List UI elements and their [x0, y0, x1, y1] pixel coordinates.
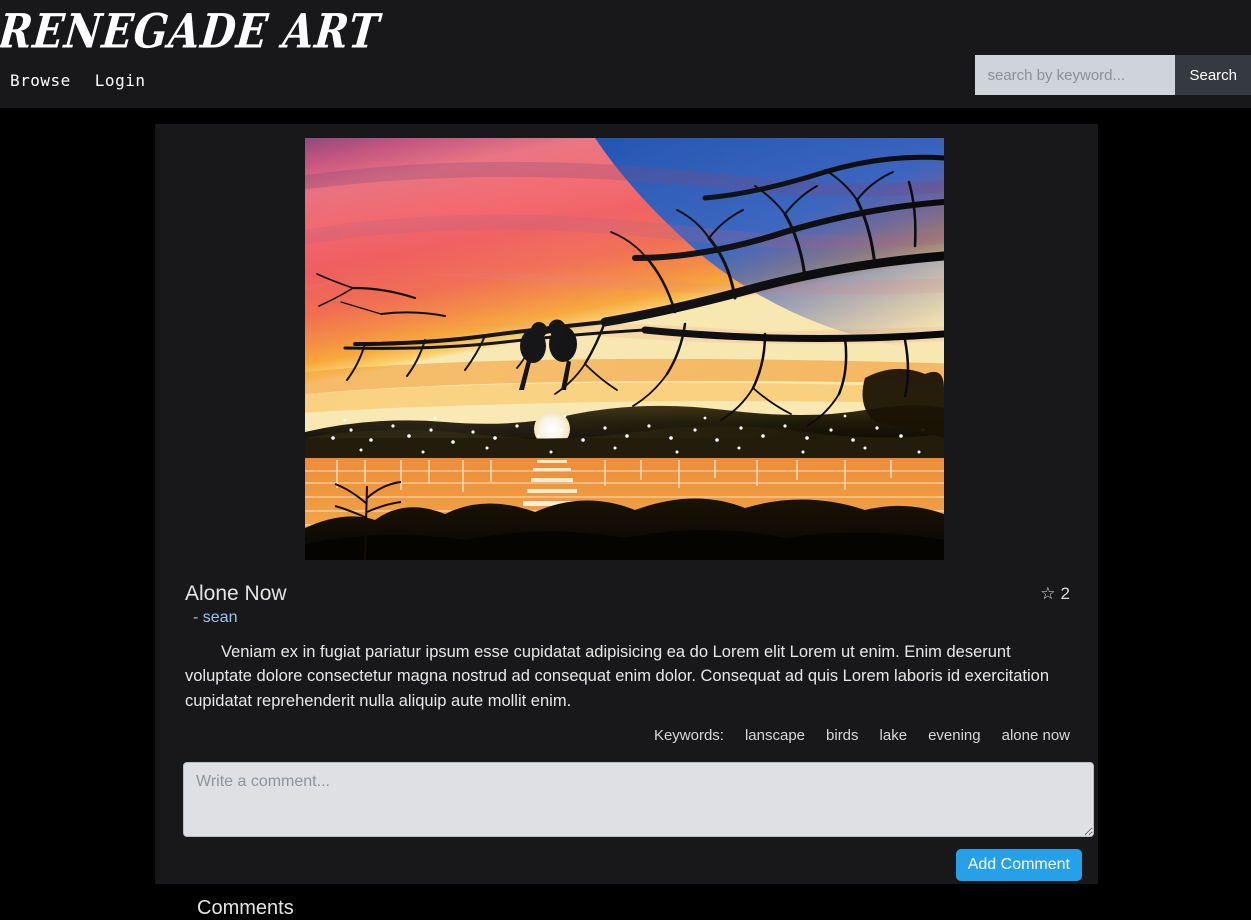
keyword-tag[interactable]: lanscape — [745, 727, 805, 744]
search-bar: Search — [975, 55, 1251, 95]
artist-link[interactable]: sean — [203, 609, 238, 626]
keyword-tag[interactable]: evening — [928, 727, 981, 744]
artwork-description: Veniam ex in fugiat pariatur ipsum esse … — [185, 643, 1050, 710]
main-nav: Browse Login — [10, 71, 145, 90]
keyword-tag[interactable]: lake — [880, 727, 908, 744]
comment-input[interactable] — [183, 762, 1094, 838]
nav-item-browse[interactable]: Browse — [10, 71, 71, 90]
artwork-card: Alone Now ☆ 2 - sean Veniam ex in fugiat… — [155, 124, 1098, 919]
site-header: Renegade Art Browse Login Search — [0, 0, 1251, 108]
keyword-tag[interactable]: birds — [826, 727, 859, 744]
site-logo[interactable]: Renegade Art — [0, 4, 382, 59]
artwork-image[interactable] — [305, 138, 944, 560]
keyword-tag[interactable]: alone now — [1002, 727, 1070, 744]
star-outline-icon: ☆ — [1040, 584, 1056, 603]
artist-dash: - — [193, 609, 199, 626]
nav-item-login[interactable]: Login — [95, 71, 146, 90]
keywords-row: Keywords: lanscape birds lake evening al… — [171, 727, 1082, 744]
favorite-count[interactable]: ☆ 2 — [1040, 584, 1082, 606]
comment-form-actions: Add Comment — [183, 849, 1082, 882]
artwork-illustration — [305, 138, 944, 560]
comments-heading: Comments — [197, 897, 294, 920]
artist-line: - sean — [171, 609, 1082, 627]
title-row: Alone Now ☆ 2 — [171, 582, 1082, 606]
artwork-title: Alone Now — [185, 582, 287, 605]
keywords-label: Keywords: — [653, 727, 724, 745]
search-input[interactable] — [975, 55, 1176, 95]
favorite-count-value: 2 — [1060, 584, 1070, 603]
comment-form: Add Comment Comments — [169, 762, 1094, 920]
artwork-meta: Alone Now ☆ 2 - sean Veniam ex in fugiat… — [169, 582, 1084, 744]
add-comment-button[interactable]: Add Comment — [955, 849, 1082, 882]
search-button[interactable]: Search — [1175, 55, 1251, 95]
